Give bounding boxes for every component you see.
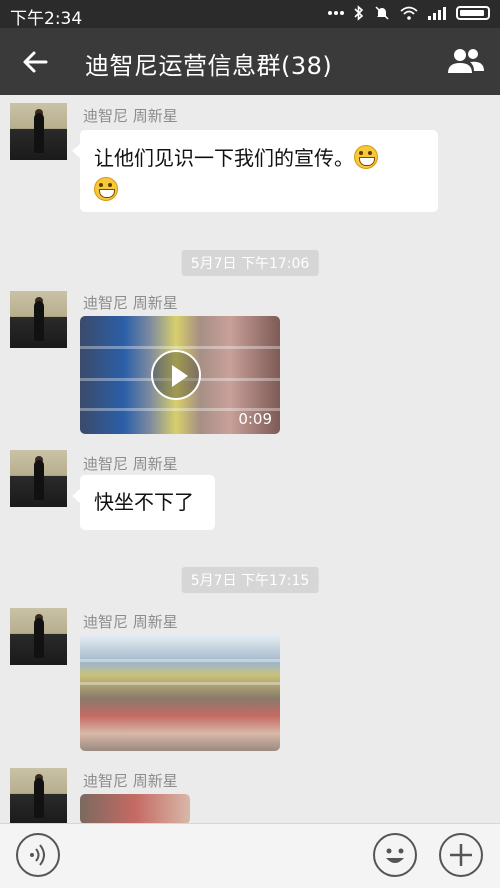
grin-emoji-icon (94, 177, 118, 201)
status-bar: 下午2:34 (0, 0, 500, 29)
message-text: 让他们见识一下我们的宣传。 (94, 146, 354, 170)
header-bar: 迪智尼运营信息群(38) (0, 28, 500, 95)
status-time: 下午2:34 (10, 9, 83, 29)
back-button[interactable] (20, 46, 52, 78)
plus-icon (450, 844, 472, 866)
avatar[interactable] (10, 103, 67, 160)
avatar[interactable] (10, 450, 67, 507)
status-icons (328, 5, 490, 21)
message-bubble[interactable]: 快坐不下了 (72, 475, 215, 530)
time-divider: 5月7日 下午17:15 (181, 567, 319, 593)
group-icon (448, 49, 484, 73)
input-toolbar (0, 823, 500, 888)
emoji-button[interactable] (373, 833, 417, 877)
photo-message[interactable] (80, 634, 280, 751)
group-members-button[interactable] (446, 45, 486, 77)
battery-icon (456, 6, 490, 20)
bluetooth-icon (354, 5, 364, 21)
mute-icon (375, 6, 389, 20)
play-icon[interactable] (151, 350, 201, 400)
sender-name: 迪智尼 周新星 (83, 772, 178, 790)
wifi-icon (400, 6, 418, 20)
more-dots-icon (328, 11, 344, 15)
signal-icon (428, 7, 446, 20)
sender-name: 迪智尼 周新星 (83, 613, 178, 631)
sender-name: 迪智尼 周新星 (83, 294, 178, 312)
voice-button[interactable] (16, 833, 60, 877)
message-text: 快坐不下了 (94, 490, 194, 514)
video-duration: 0:09 (238, 410, 272, 428)
video-message[interactable]: 0:09 (80, 316, 280, 434)
avatar[interactable] (10, 608, 67, 665)
page-title: 迪智尼运营信息群(38) (85, 52, 333, 80)
message-bubble[interactable]: 让他们见识一下我们的宣传。 (72, 130, 438, 212)
time-divider: 5月7日 下午17:06 (181, 250, 319, 276)
photo-message[interactable] (80, 794, 190, 823)
smiley-icon (386, 848, 404, 863)
chat-message-list[interactable]: 迪智尼 周新星 让他们见识一下我们的宣传。 5月7日 下午17:06 迪智尼 周… (0, 95, 500, 823)
avatar[interactable] (10, 291, 67, 348)
arrow-left-icon (23, 51, 48, 73)
more-button[interactable] (439, 833, 483, 877)
sender-name: 迪智尼 周新星 (83, 107, 178, 125)
sender-name: 迪智尼 周新星 (83, 455, 178, 473)
avatar[interactable] (10, 768, 67, 823)
grin-emoji-icon (354, 145, 378, 169)
voice-icon (30, 844, 45, 866)
